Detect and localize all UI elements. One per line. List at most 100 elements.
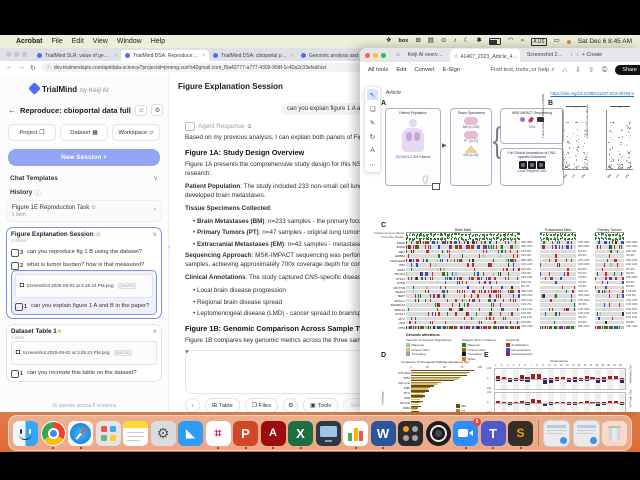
- query-row[interactable]: 1 can you recreate this table on the data…: [11, 370, 157, 378]
- dock-vscode[interactable]: ◣: [178, 420, 203, 446]
- dock-screen-share[interactable]: [315, 420, 341, 446]
- project-button[interactable]: Project ❐: [8, 124, 56, 141]
- dock-finder[interactable]: [13, 420, 38, 446]
- tab-back-icon[interactable]: ‹: [571, 52, 573, 58]
- dock-screen-recorder[interactable]: [425, 420, 451, 446]
- tab-close-icon[interactable]: ×: [202, 53, 205, 59]
- home-icon[interactable]: ⌂: [396, 52, 400, 58]
- dock-minimized-window-1[interactable]: [543, 419, 570, 447]
- session-card-dataset-table[interactable]: Dataset Table 1 ★ ∨ 1 item ▫ Screenshot 2025…: [6, 324, 162, 382]
- acrobat-traffic-lights[interactable]: [365, 49, 386, 62]
- settings-button[interactable]: ⚙: [283, 398, 299, 412]
- query-item-selected[interactable]: ▫ Screenshot 2025-09-02 at 3.18.44 PM.png…: [11, 270, 157, 315]
- table-button[interactable]: ⊞ Table: [205, 398, 240, 412]
- query-row[interactable]: 2 what is tumor burden? how is that measu…: [11, 262, 157, 270]
- attachment-chip[interactable]: ▫ Screenshot 2025-09-02 at 3.18.44 PM.png…: [15, 274, 153, 298]
- dock-teams[interactable]: T: [480, 420, 506, 449]
- menu-edit[interactable]: Edit: [72, 38, 84, 45]
- chevron-down-icon[interactable]: ∨: [152, 231, 157, 238]
- chrome-tab-1[interactable]: TrialMind DSA: Reproduce: c… ×: [121, 50, 209, 61]
- find-box[interactable]: Find text, tools, or help ⌕: [491, 67, 555, 74]
- all-tools-menu[interactable]: All tools: [368, 67, 388, 73]
- members-icon[interactable]: ☺: [134, 104, 148, 116]
- dock-trash[interactable]: [602, 420, 627, 446]
- menu-acrobat[interactable]: Acrobat: [16, 38, 42, 45]
- collapse-toolbar-button[interactable]: ‹: [185, 398, 200, 412]
- menu-view[interactable]: View: [93, 38, 108, 45]
- dock-slack[interactable]: ⌗: [205, 420, 231, 449]
- dock-excel[interactable]: X: [288, 420, 313, 449]
- query-row[interactable]: 1 can you explain figure 1 A and B in the…: [15, 303, 153, 311]
- comment-tool-icon[interactable]: ❏: [367, 103, 378, 114]
- dock-powerpoint[interactable]: P: [233, 420, 258, 449]
- session-card-figure-explanation[interactable]: Figure Explanation Session ☆ ∨ 3 items 3 can…: [6, 227, 162, 319]
- dock-safari[interactable]: [68, 420, 93, 449]
- expand-icon[interactable]: ⧉: [248, 124, 252, 130]
- reload-icon[interactable]: ↻: [30, 64, 36, 72]
- convert-menu[interactable]: Convert: [414, 67, 434, 73]
- tab-close-icon[interactable]: ×: [290, 53, 293, 59]
- star-icon[interactable]: ☆: [454, 54, 459, 60]
- wifi-icon[interactable]: ◠: [508, 38, 514, 45]
- forward-icon[interactable]: →: [18, 64, 25, 71]
- select-tool-icon[interactable]: ↖: [367, 89, 378, 100]
- workspace-button[interactable]: Workspace ▱: [112, 124, 160, 141]
- dataset-button[interactable]: Dataset ▦: [60, 124, 108, 141]
- new-session-button[interactable]: New Session +: [8, 149, 160, 166]
- tab-forward-icon[interactable]: ›: [576, 52, 578, 58]
- dock-chrome[interactable]: [40, 420, 66, 449]
- address-bar[interactable]: ⓘ dev.trialmindapis.com/api/data-science…: [40, 63, 381, 72]
- esign-menu[interactable]: E-Sign: [443, 67, 460, 73]
- highlight-tool-icon[interactable]: ✎: [367, 117, 378, 128]
- create-button[interactable]: + Create: [582, 52, 602, 58]
- sidebar-collapse-handle[interactable]: ‹: [168, 244, 170, 251]
- dock-word[interactable]: W: [370, 420, 396, 449]
- chat-templates-row[interactable]: Chat Templates ∨: [10, 174, 158, 183]
- display-icon[interactable]: ▭: [554, 38, 560, 45]
- site-info-icon[interactable]: ⓘ: [46, 64, 51, 71]
- focus-moon-icon[interactable]: ☾: [464, 38, 470, 45]
- grid-icon[interactable]: ⊞: [415, 38, 420, 45]
- keyboard-icon[interactable]: ▤: [428, 38, 434, 45]
- screen-tile-icon[interactable]: ❖: [386, 38, 392, 45]
- acrobat-tab-0[interactable]: Keiji AI overv…: [404, 50, 447, 60]
- read-aloud-icon[interactable]: ∩: [563, 67, 568, 74]
- menu-file[interactable]: File: [51, 38, 62, 45]
- dock-sublime-text[interactable]: S: [508, 420, 533, 449]
- keyboard-layout[interactable]: A US: [531, 37, 547, 46]
- dock-system-settings[interactable]: ⚙: [150, 420, 176, 446]
- query-row[interactable]: 3 can you reproduce fig 1 B using the dat…: [11, 249, 157, 257]
- print-icon[interactable]: ⎙: [602, 66, 607, 74]
- edit-menu[interactable]: Edit: [396, 67, 406, 73]
- back-icon[interactable]: ←: [6, 64, 13, 71]
- box-icon[interactable]: box: [399, 38, 409, 45]
- query-item[interactable]: 3 can you reproduce fig 1 B using the dat…: [11, 249, 157, 257]
- query-item[interactable]: ▫ Screenshot 2025-09-02 at 3.05.21 PM.png…: [11, 341, 157, 378]
- dock-launchpad[interactable]: [95, 420, 121, 446]
- menu-help[interactable]: Help: [151, 38, 165, 45]
- dock-notes[interactable]: [123, 420, 148, 446]
- control-center-icon[interactable]: ⊙: [441, 38, 446, 45]
- chrome-traffic-lights[interactable]: [6, 48, 27, 61]
- dock-acrobat[interactable]: A: [260, 420, 286, 449]
- chevron-down-icon[interactable]: ∨: [152, 328, 157, 335]
- back-arrow-icon[interactable]: ←: [8, 106, 16, 115]
- upload-icon[interactable]: ⇧: [589, 66, 594, 74]
- acrobat-tab-2[interactable]: Screenshot 2…: [523, 50, 567, 60]
- share-button[interactable]: Share: [615, 65, 640, 75]
- dock-numbers-chart[interactable]: [343, 420, 368, 449]
- chrome-tab-0[interactable]: TrialMind SLR: value of geno… ×: [33, 50, 121, 61]
- star-icon[interactable]: ✱: [476, 38, 481, 45]
- chrome-tab-2[interactable]: TrialMind DSA: cbioportal pr… ×: [209, 50, 297, 61]
- refresh-tool-icon[interactable]: ↻: [367, 131, 378, 142]
- history-item-figure-1e[interactable]: Figure 1E Reproduction Task ☆ 1 item ›: [6, 200, 162, 222]
- save-icon[interactable]: ⇩: [575, 66, 580, 74]
- more-tools-icon[interactable]: ⋯: [367, 159, 378, 170]
- doi-link[interactable]: https://doi.org/10.1038/s41467-023-40793…: [550, 91, 634, 96]
- dock-minimized-window-2[interactable]: [572, 419, 600, 447]
- search-icon[interactable]: ⌕: [521, 38, 525, 45]
- tools-button[interactable]: ▣ Tools: [303, 398, 339, 412]
- text-tool-icon[interactable]: A: [367, 145, 378, 156]
- dock-zoom[interactable]: 8: [453, 417, 481, 449]
- attachment-chip[interactable]: ▫ Screenshot 2025-09-02 at 3.05.21 PM.png…: [11, 341, 157, 365]
